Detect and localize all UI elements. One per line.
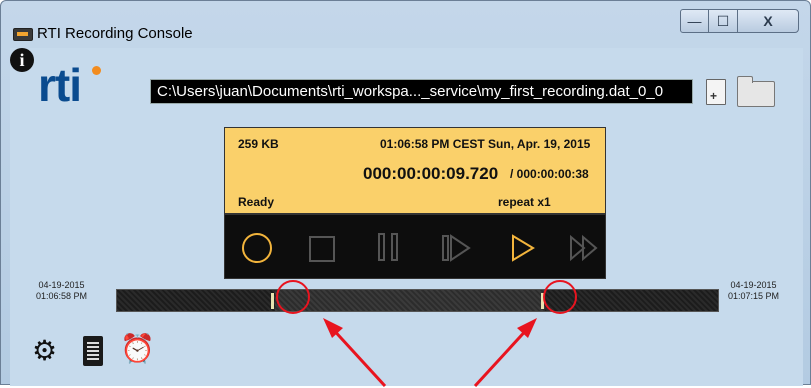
timeline-start-date: 04-19-2015	[38, 280, 85, 290]
window-title: RTI Recording Console	[37, 25, 193, 42]
annotation-arrow-left	[328, 324, 387, 388]
record-icon[interactable]	[242, 233, 272, 263]
pause-icon[interactable]	[378, 233, 402, 263]
log-icon[interactable]	[83, 336, 103, 366]
stop-icon[interactable]	[309, 236, 335, 262]
close-button[interactable]: X	[737, 9, 799, 33]
title-bar[interactable]: RTI Recording Console — ☐ X	[1, 1, 810, 45]
minimize-button[interactable]: —	[680, 9, 709, 33]
fast-forward-icon[interactable]	[569, 233, 599, 263]
step-icon[interactable]	[441, 233, 471, 263]
play-icon[interactable]	[507, 233, 537, 263]
alarm-clock-icon[interactable]: ⏰	[120, 332, 155, 366]
annotation-arrow-right	[473, 324, 532, 388]
status-text: Ready	[238, 195, 275, 209]
timeline-end-time: 01:07:15 PM	[728, 291, 780, 301]
file-path-field[interactable]: C:\Users\juan\Documents\rti_workspa..._s…	[150, 79, 693, 104]
maximize-button[interactable]: ☐	[708, 9, 738, 33]
folder-icon[interactable]	[737, 76, 775, 107]
timeline-start-handle[interactable]	[271, 293, 274, 309]
logo-dot	[92, 66, 101, 75]
app-icon	[13, 28, 33, 41]
rti-logo: rti	[38, 59, 82, 111]
timeline-end-date: 04-19-2015	[730, 280, 777, 290]
settings-gears-icon[interactable]: ⚙	[32, 336, 62, 366]
timeline-start-time: 01:06:58 PM	[36, 291, 88, 301]
status-panel: 259 KB 01:06:58 PM CEST Sun, Apr. 19, 20…	[224, 127, 606, 214]
timeline-end-label: 04-19-2015 01:07:15 PM	[728, 280, 779, 302]
current-datetime: 01:06:58 PM CEST Sun, Apr. 19, 2015	[380, 137, 591, 151]
elapsed-time: 000:00:00:09.720	[363, 164, 499, 183]
total-time: / 000:00:00:38	[510, 167, 589, 181]
new-file-icon[interactable]	[706, 79, 726, 105]
info-icon[interactable]: i	[10, 48, 34, 72]
annotation-arrows	[323, 318, 537, 388]
repeat-setting[interactable]: repeat x1	[498, 195, 551, 209]
app-window: RTI Recording Console — ☐ X rti C:\Users…	[0, 0, 811, 388]
timeline-start-label: 04-19-2015 01:06:58 PM	[36, 280, 87, 302]
main-panel: rti C:\Users\juan\Documents\rti_workspa.…	[10, 48, 803, 388]
playback-controls	[224, 214, 606, 279]
file-size: 259 KB	[238, 137, 279, 151]
